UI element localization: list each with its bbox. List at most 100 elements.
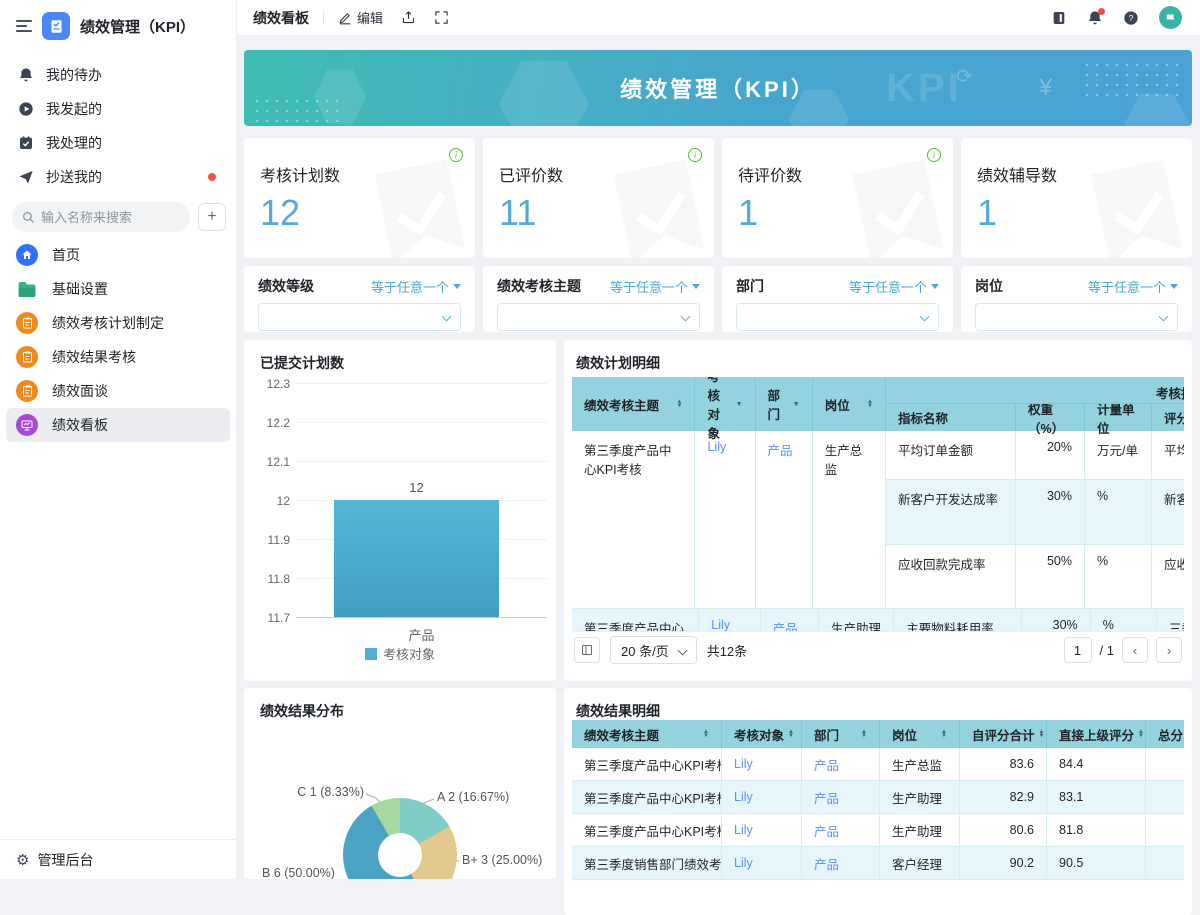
column-header-supervisor-score[interactable]: 直接上级评分▲▼ [1047, 720, 1146, 748]
caret-down-icon [692, 284, 700, 289]
table-row[interactable]: 第三季度产品中心KPI考核 Lily 产品 生产助理 80.6 81.8 [572, 814, 1184, 847]
cell-department-link[interactable]: 产品 [802, 814, 880, 846]
sidebar-item-basic-settings[interactable]: 基础设置 [6, 272, 230, 306]
sort-icon[interactable]: ▲▼ [1134, 730, 1144, 738]
info-icon[interactable]: i [449, 148, 463, 162]
sidebar-item-plan-formulation[interactable]: 绩效考核计划制定 [6, 306, 230, 340]
cell-supervisor-score: 84.4 [1047, 748, 1146, 780]
journal-button[interactable] [1051, 10, 1067, 26]
cell-department-link[interactable]: 产品 [761, 609, 819, 631]
sidebar-item-my-todo[interactable]: 我的待办 [6, 58, 230, 92]
filter-operator-dropdown[interactable]: 等于任意一个 [371, 277, 461, 296]
table-row[interactable]: 第三季度产品中心KPI考核 Lily 产品 生产助理 主要物料耗用率 30% %… [572, 609, 1184, 631]
column-header-target[interactable]: 考核对象▼ [695, 377, 755, 431]
cell-target-link[interactable]: Lily [699, 609, 760, 631]
cell-department-link[interactable]: 产品 [802, 748, 880, 780]
next-page-button[interactable]: › [1156, 637, 1182, 663]
filter-caret-icon[interactable]: ▼ [732, 401, 743, 408]
filter-operator-dropdown[interactable]: 等于任意一个 [610, 277, 700, 296]
column-settings-button[interactable] [574, 637, 600, 663]
cell-target-link[interactable]: Lily [722, 847, 802, 879]
table-row[interactable]: 第三季度销售部门绩效考核 Lily 产品 客户经理 90.2 90.5 [572, 847, 1184, 880]
cell-target-link[interactable]: Lily [722, 814, 802, 846]
cell-self-score: 82.9 [960, 781, 1047, 813]
cell-supervisor-score: 83.1 [1047, 781, 1146, 813]
sidebar-item-dashboard[interactable]: 绩效看板 [6, 408, 230, 442]
group-header-indicators: 考核指标 [886, 377, 1184, 404]
cell-department-link[interactable]: 产品 [802, 781, 880, 813]
collapse-sidebar-icon[interactable] [16, 20, 32, 32]
add-button[interactable]: + [198, 203, 226, 231]
cell-total-score [1146, 748, 1184, 780]
filter-value-select[interactable] [975, 303, 1178, 331]
cell-target-link[interactable]: Lily [722, 748, 802, 780]
prev-page-button[interactable]: ‹ [1122, 637, 1148, 663]
table-row[interactable]: 第三季度产品中心KPI考核 Lily 产品 生产助理 82.9 83.1 [572, 781, 1184, 814]
help-button[interactable]: ? [1123, 10, 1139, 26]
column-header-target[interactable]: 考核对象▲▼ [722, 720, 802, 748]
sort-icon[interactable]: ▲▼ [673, 400, 683, 408]
cell-total-score [1146, 781, 1184, 813]
column-header-indicator-name[interactable]: 指标名称 [886, 404, 1016, 431]
sort-icon[interactable]: ▲▼ [784, 730, 794, 738]
column-header-criteria[interactable]: 评分标准 [1152, 404, 1184, 431]
page-number-input[interactable] [1064, 637, 1092, 663]
total-count: 共12条 [707, 641, 747, 660]
admin-console-button[interactable]: ⚙ 管理后台 [0, 839, 236, 879]
avatar[interactable] [1159, 6, 1182, 29]
filter-card-position: 岗位 等于任意一个 [961, 266, 1192, 332]
sidebar-item-label: 基础设置 [52, 279, 108, 299]
page-size-select[interactable]: 20 条/页 [610, 636, 697, 664]
cell-target-link[interactable]: Lily [722, 781, 802, 813]
filter-value-select[interactable] [258, 303, 461, 331]
cell-target-link[interactable]: Lily [695, 431, 755, 608]
column-header-unit[interactable]: 计量单位 [1085, 404, 1152, 431]
sidebar-item-handled-by-me[interactable]: 我处理的 [6, 126, 230, 160]
filter-value-select[interactable] [736, 303, 939, 331]
sidebar-search[interactable] [12, 202, 190, 232]
fullscreen-button[interactable] [434, 10, 449, 25]
column-header-total-score[interactable]: 总分 [1146, 720, 1184, 748]
column-header-self-score[interactable]: 自评分合计▲▼ [960, 720, 1047, 748]
notifications-button[interactable] [1087, 10, 1103, 26]
bar-value-label: 12 [334, 480, 499, 495]
table-row[interactable]: 第三季度产品中心KPI考核 Lily 产品 生产总监 83.6 84.4 [572, 748, 1184, 781]
column-header-department[interactable]: 部门▲▼ [802, 720, 880, 748]
bar-series-assessment-target[interactable] [334, 500, 499, 617]
cell-department-link[interactable]: 产品 [802, 847, 880, 879]
sort-icon[interactable]: ▲▼ [863, 400, 873, 408]
filter-operator-dropdown[interactable]: 等于任意一个 [1088, 277, 1178, 296]
column-header-theme[interactable]: 绩效考核主题▲▼ [572, 720, 722, 748]
info-icon[interactable]: i [927, 148, 941, 162]
column-header-department[interactable]: 部门▼ [756, 377, 813, 431]
sort-icon[interactable]: ▲▼ [699, 730, 709, 738]
search-input[interactable] [41, 210, 161, 225]
cell-position: 生产助理 [880, 814, 960, 846]
cell-department-link[interactable]: 产品 [756, 431, 813, 608]
sidebar-item-home[interactable]: 首页 [6, 238, 230, 272]
share-button[interactable] [401, 10, 416, 25]
sidebar-item-result-assessment[interactable]: 绩效结果考核 [6, 340, 230, 374]
sidebar-item-interview[interactable]: 绩效面谈 [6, 374, 230, 408]
edit-button[interactable]: 编辑 [338, 8, 383, 27]
filter-operator-dropdown[interactable]: 等于任意一个 [849, 277, 939, 296]
sort-icon[interactable]: ▲▼ [857, 730, 867, 738]
sort-icon[interactable]: ▲▼ [937, 730, 947, 738]
columns-icon [581, 644, 593, 656]
cell-total-score [1146, 847, 1184, 879]
sidebar-item-cc-to-me[interactable]: 抄送我的 [6, 160, 230, 194]
column-header-weight[interactable]: 权重（%） [1016, 404, 1085, 431]
column-header-position[interactable]: 岗位▲▼ [880, 720, 960, 748]
sidebar-item-initiated-by-me[interactable]: 我发起的 [6, 92, 230, 126]
chart-legend[interactable]: 考核对象 [244, 644, 556, 663]
sort-icon[interactable]: ▲▼ [1035, 730, 1045, 738]
y-tick: 11.7 [252, 611, 290, 625]
column-header-position[interactable]: 岗位▲▼ [813, 377, 886, 431]
table-row[interactable]: 第三季度产品中心KPI考核 Lily 产品 生产总监 平均订单金额 20% 万元… [572, 431, 1184, 609]
filter-caret-icon[interactable]: ▼ [789, 401, 800, 408]
info-icon[interactable]: i [688, 148, 702, 162]
filter-value-select[interactable] [497, 303, 700, 331]
cell-unit: 万元/单 [1085, 431, 1152, 479]
column-header-theme[interactable]: 绩效考核主题▲▼ [572, 377, 695, 431]
cell-self-score: 80.6 [960, 814, 1047, 846]
